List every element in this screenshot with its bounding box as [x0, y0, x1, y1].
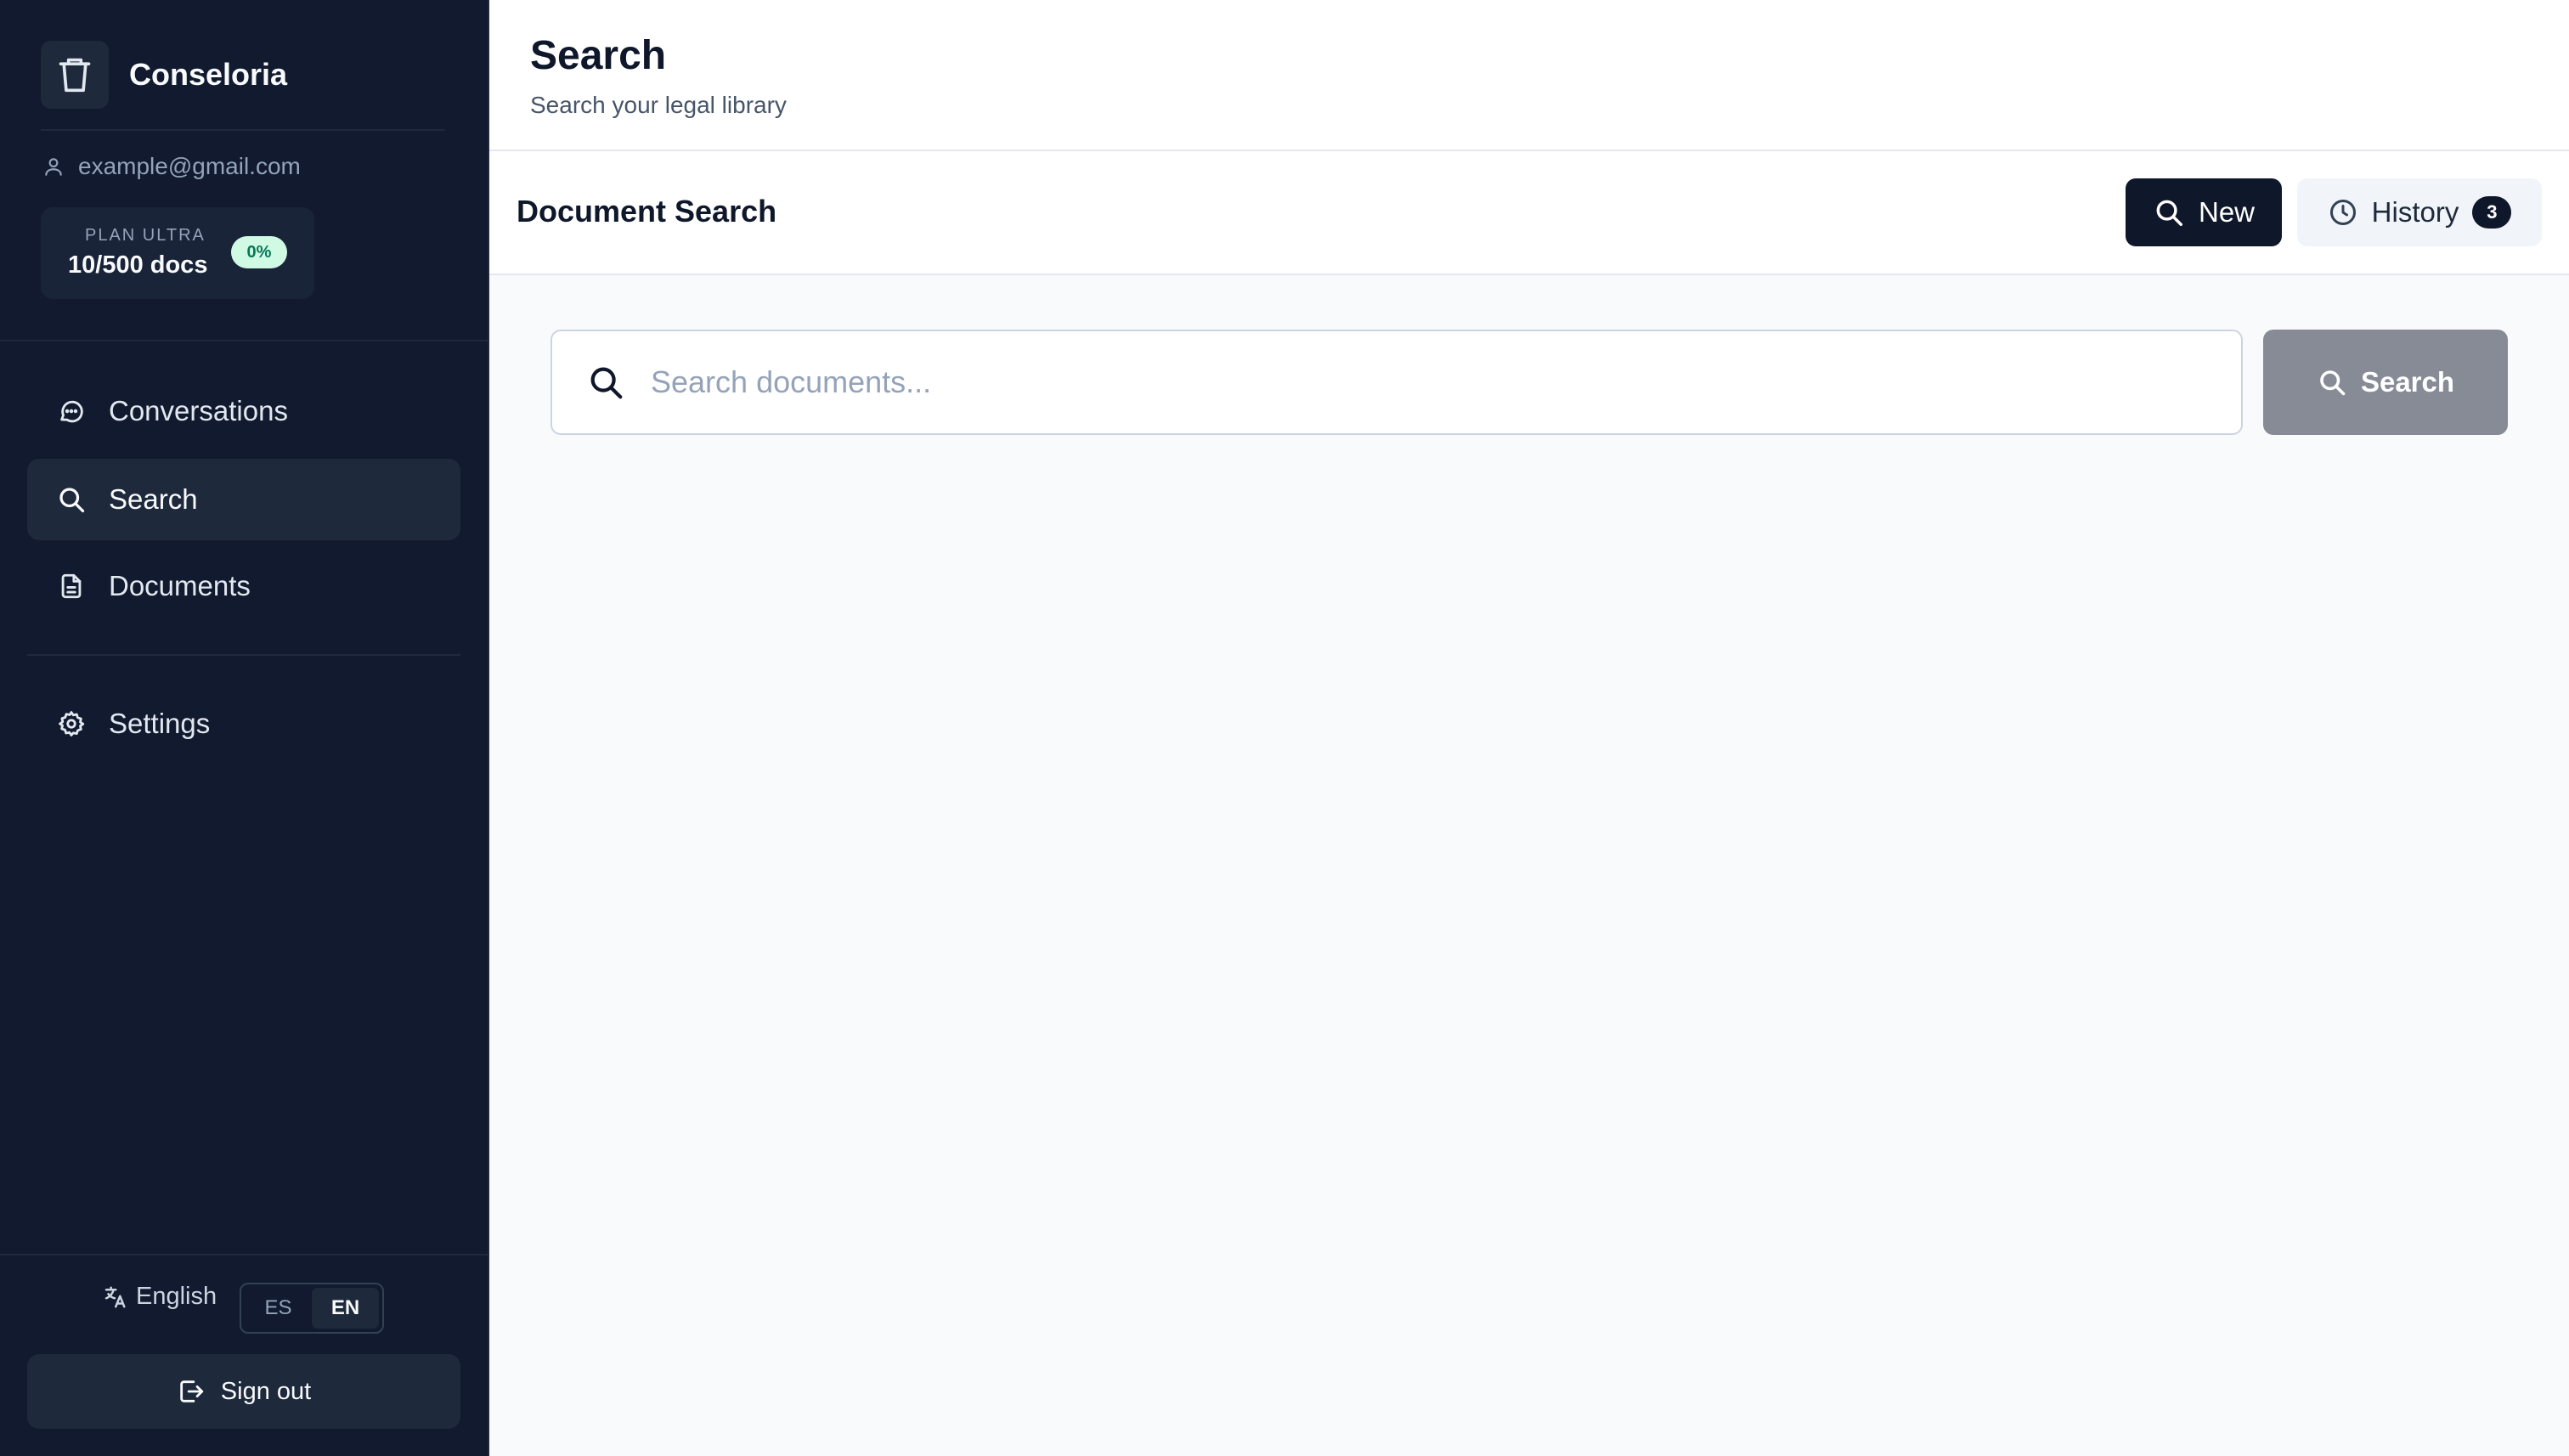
divider: [0, 340, 488, 341]
translate-icon: [104, 1286, 126, 1307]
sidebar-item-label: Settings: [109, 708, 211, 739]
language-option-es[interactable]: ES: [245, 1288, 312, 1329]
sidebar-item-conversations[interactable]: Conversations: [27, 370, 460, 452]
sidebar: Conseloria example@gmail.com PLAN ULTRA …: [0, 0, 489, 1456]
plan-label: PLAN ULTRA: [85, 226, 206, 245]
plan-usage-badge: 0%: [231, 236, 287, 268]
toolbar: Document Search New History 3: [489, 151, 2569, 275]
page-subtitle: Search your legal library: [530, 92, 787, 118]
search-field[interactable]: [550, 330, 2243, 435]
sign-out-label: Sign out: [220, 1377, 312, 1405]
sidebar-item-label: Documents: [109, 570, 251, 601]
divider: [27, 654, 460, 656]
plan-card: PLAN ULTRA 10/500 docs 0%: [41, 207, 314, 299]
sign-out-icon: [180, 1380, 203, 1402]
new-button-label: New: [2198, 196, 2256, 228]
sidebar-item-label: Search: [109, 483, 198, 515]
app-name: Conseloria: [129, 57, 288, 92]
search-icon: [2156, 200, 2182, 226]
divider: [0, 1254, 488, 1256]
user-email: example@gmail.com: [78, 153, 301, 179]
search-input[interactable]: [651, 331, 2241, 433]
user-email-row: example@gmail.com: [42, 153, 301, 180]
trash-bin-logo-icon: [41, 41, 109, 109]
new-search-button[interactable]: New: [2126, 178, 2282, 246]
section-title: Document Search: [517, 194, 777, 229]
gear-icon: [54, 707, 88, 741]
sidebar-item-label: Conversations: [109, 395, 288, 426]
sidebar-item-search[interactable]: Search: [27, 459, 460, 540]
clock-icon: [2329, 200, 2356, 225]
search-icon: [590, 367, 623, 399]
language-label: English: [136, 1283, 217, 1310]
language-toggle: ES EN: [240, 1283, 384, 1334]
brand[interactable]: Conseloria: [41, 41, 287, 109]
user-icon: [45, 158, 62, 176]
history-count-badge: 3: [2472, 196, 2512, 229]
search-button[interactable]: Search: [2263, 330, 2508, 435]
sign-out-button[interactable]: Sign out: [27, 1354, 460, 1429]
language-option-en[interactable]: EN: [312, 1288, 379, 1329]
search-button-label: Search: [2360, 366, 2455, 398]
sidebar-item-settings[interactable]: Settings: [27, 683, 460, 765]
history-button-label: History: [2371, 196, 2459, 228]
search-icon: [54, 483, 88, 516]
sidebar-item-documents[interactable]: Documents: [27, 545, 460, 627]
page-title: Search: [530, 33, 667, 78]
chat-icon: [54, 394, 88, 428]
document-icon: [54, 569, 88, 603]
history-button[interactable]: History 3: [2297, 178, 2542, 246]
page-header: Search Search your legal library: [489, 0, 2569, 151]
search-icon: [2320, 370, 2346, 396]
language-indicator: English: [102, 1283, 217, 1311]
divider: [41, 129, 445, 131]
plan-usage: 10/500 docs: [68, 251, 208, 279]
